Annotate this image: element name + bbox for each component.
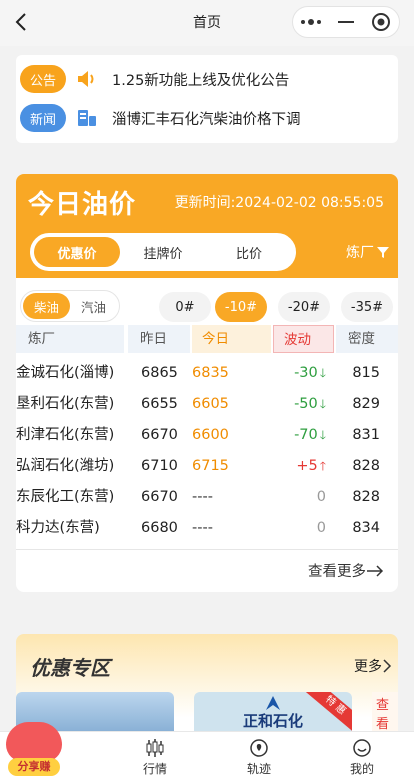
refinery-filter-label: 炼厂 (346, 245, 374, 261)
price-change: -50 🡓 (294, 396, 326, 412)
news-badge: 新闻 (20, 104, 67, 132)
fuel-gasoline-option[interactable]: 汽油 (70, 293, 117, 319)
col-yesterday: 昨日 (128, 325, 190, 353)
price-change: +5 🡑 (296, 458, 326, 474)
red-envelope-icon (6, 722, 62, 762)
divider (16, 549, 398, 550)
announcement-row[interactable]: 公告 1.25新功能上线及优化公告 (20, 65, 289, 93)
yesterday-price: 6680 (141, 520, 178, 536)
tab-track[interactable]: 轨迹 (229, 738, 289, 777)
yesterday-price: 6710 (141, 458, 178, 474)
more-dots-icon[interactable] (296, 7, 326, 37)
table-row[interactable]: 科力达(东营) 6680 ---- 0 834 (16, 513, 398, 544)
today-price: 6605 (192, 396, 229, 412)
price-header: 今日油价 更新时间:2024-02-02 08:55:05 优惠价 挂牌价 比价… (16, 174, 398, 278)
refinery-name: 东辰化工(东营) (16, 489, 115, 505)
top-nav: 首页 (0, 0, 414, 46)
tab-market[interactable]: 行情 (125, 738, 185, 777)
today-price: ---- (192, 520, 213, 536)
refinery-name: 垦利石化(东营) (16, 396, 115, 412)
speaker-icon (76, 68, 98, 90)
promo-more-label: 更多 (354, 659, 382, 675)
announcement-badge: 公告 (20, 65, 67, 93)
col-today: 今日 (192, 325, 271, 353)
price-change: 0 (316, 520, 326, 536)
today-price: 6600 (192, 427, 229, 443)
price-change: -70 🡓 (294, 427, 326, 443)
refinery-name: 金诚石化(淄博) (16, 365, 115, 381)
tab-discount-price[interactable]: 优惠价 (34, 237, 120, 267)
news-text: 淄博汇丰石化汽柴油价格下调 (112, 111, 301, 128)
down-arrow-icon: 🡓 (319, 397, 326, 411)
notice-card: 公告 1.25新功能上线及优化公告 新闻 淄博汇丰石化汽柴油价格下调 (16, 55, 398, 143)
price-table-header: 炼厂 昨日 今日 波动 密度 (16, 325, 398, 353)
smile-user-icon (353, 739, 371, 757)
density-value: 828 (352, 489, 380, 505)
density-value: 828 (352, 458, 380, 474)
grade-minus-10[interactable]: -10# (215, 292, 267, 322)
price-type-tabs: 优惠价 挂牌价 比价 (30, 233, 296, 271)
tab-compare-price[interactable]: 比价 (206, 237, 292, 267)
filter-icon (377, 247, 389, 258)
tab-track-label: 轨迹 (246, 762, 271, 776)
today-price: ---- (192, 489, 213, 505)
location-icon (250, 739, 268, 757)
tab-market-label: 行情 (142, 762, 167, 776)
density-value: 831 (352, 427, 380, 443)
today-price: 6835 (192, 365, 229, 381)
news-row[interactable]: 新闻 淄博汇丰石化汽柴油价格下调 (20, 104, 301, 132)
tab-mine[interactable]: 我的 (332, 738, 392, 777)
news-doc-icon (76, 107, 98, 129)
tab-listed-price[interactable]: 挂牌价 (120, 237, 206, 267)
down-arrow-icon: 🡓 (319, 428, 326, 442)
yesterday-price: 6865 (141, 365, 178, 381)
table-row[interactable]: 利津石化(东营) 6670 6600 -70 🡓 831 (16, 420, 398, 451)
refinery-name: 弘润石化(潍坊) (16, 458, 115, 474)
grade-minus-35[interactable]: -35# (341, 292, 393, 322)
up-arrow-icon: 🡑 (319, 459, 326, 473)
price-change: 0 (316, 489, 326, 505)
price-change: -30 🡓 (294, 365, 326, 381)
oil-price-card: 今日油价 更新时间:2024-02-02 08:55:05 优惠价 挂牌价 比价… (16, 174, 398, 592)
announcement-text: 1.25新功能上线及优化公告 (112, 72, 290, 89)
see-more-link[interactable]: 查看更多 (308, 560, 384, 581)
price-title: 今日油价 (28, 190, 137, 220)
tab-mine-label: 我的 (349, 762, 374, 776)
arrow-right-icon (367, 564, 384, 577)
grade-minus-20[interactable]: -20# (278, 292, 330, 322)
table-row[interactable]: 金诚石化(淄博) 6865 6835 -30 🡓 815 (16, 358, 398, 389)
down-arrow-icon: 🡓 (319, 366, 326, 380)
share-earn-badge[interactable]: 分享赚 (2, 716, 66, 778)
refinery-filter[interactable]: 炼厂 (346, 242, 390, 262)
density-value: 834 (352, 520, 380, 536)
col-change: 波动 (273, 325, 334, 353)
refinery-name: 利津石化(东营) (16, 427, 115, 443)
see-more-label: 查看更多 (308, 564, 366, 580)
density-value: 829 (352, 396, 380, 412)
promo-more-link[interactable]: 更多 (354, 656, 392, 676)
candlestick-icon (146, 739, 164, 757)
close-target-icon[interactable] (366, 7, 396, 37)
promo-title: 优惠专区 (30, 656, 110, 680)
today-price: 6715 (192, 458, 229, 474)
yesterday-price: 6670 (141, 427, 178, 443)
share-earn-label: 分享赚 (8, 758, 60, 776)
table-row[interactable]: 弘润石化(潍坊) 6710 6715 +5 🡑 828 (16, 451, 398, 482)
fuel-type-toggle: 柴油 汽油 (20, 290, 120, 322)
table-row[interactable]: 东辰化工(东营) 6670 ---- 0 828 (16, 482, 398, 513)
grade-0[interactable]: 0# (159, 292, 211, 322)
yesterday-price: 6655 (141, 396, 178, 412)
refinery-name: 科力达(东营) (16, 520, 100, 536)
chevron-right-icon (383, 659, 392, 673)
fuel-diesel-option[interactable]: 柴油 (23, 293, 70, 319)
company-name: 正和石化 (242, 712, 303, 730)
col-refinery: 炼厂 (16, 325, 124, 353)
table-row[interactable]: 垦利石化(东营) 6655 6605 -50 🡓 829 (16, 389, 398, 420)
density-value: 815 (352, 365, 380, 381)
update-time: 更新时间:2024-02-02 08:55:05 (174, 195, 384, 211)
mini-program-capsule (292, 6, 400, 38)
yesterday-price: 6670 (141, 489, 178, 505)
col-density: 密度 (336, 325, 398, 353)
minimize-icon[interactable] (331, 7, 361, 37)
